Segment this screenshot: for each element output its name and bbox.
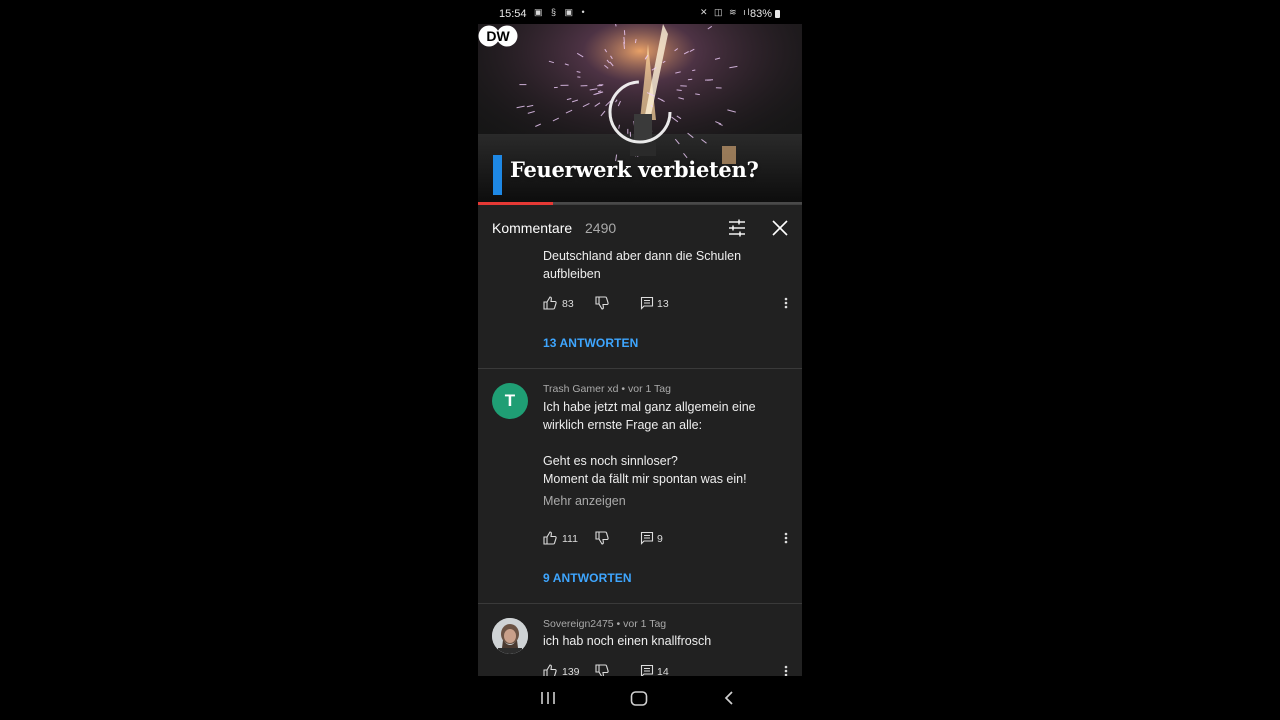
comment-author-time: Sovereign2475 • vor 1 Tag <box>543 618 667 630</box>
view-replies-button[interactable]: 9 ANTWORTEN <box>543 571 632 585</box>
svg-text:DW: DW <box>486 28 510 44</box>
more-options-icon[interactable] <box>783 664 789 676</box>
status-time: 15:54 <box>499 8 527 20</box>
like-icon[interactable] <box>543 664 557 676</box>
more-options-icon[interactable] <box>783 531 789 545</box>
dw-logo: DW <box>478 25 518 47</box>
reply-count: 13 <box>657 298 669 310</box>
like-count: 139 <box>562 666 580 676</box>
profile-photo <box>492 618 528 654</box>
video-title: Feuerwerk verbieten? <box>510 157 759 182</box>
dislike-icon[interactable] <box>595 664 609 676</box>
navigation-bar <box>478 676 802 720</box>
recents-icon[interactable] <box>540 691 556 705</box>
spark <box>676 89 682 91</box>
phone-screen: 15:54 ▣ § ▣ • ✕ ◫ ≋ ıl 83% DW Feuerwerk … <box>478 0 802 720</box>
dislike-icon[interactable] <box>595 296 609 310</box>
comment-text: Deutschland aber dann die Schulen aufble… <box>543 249 742 281</box>
video-player[interactable]: DW Feuerwerk verbieten? <box>478 24 802 204</box>
title-accent-bar <box>493 155 502 195</box>
battery-percentage: 83% <box>750 8 773 20</box>
show-more-link[interactable]: Mehr anzeigen <box>543 494 626 508</box>
comment-author-time: Trash Gamer xd • vor 1 Tag <box>543 383 671 395</box>
dislike-icon[interactable] <box>595 531 609 545</box>
comments-count: 2490 <box>585 220 617 236</box>
back-icon[interactable] <box>722 691 736 705</box>
view-replies-button[interactable]: 13 ANTWORTEN <box>543 336 638 350</box>
like-count: 111 <box>562 533 578 545</box>
avatar[interactable] <box>492 618 528 654</box>
like-icon[interactable] <box>543 531 557 545</box>
reply-count: 14 <box>657 666 669 676</box>
comment-actions: 111 9 <box>543 531 793 547</box>
reply-icon[interactable] <box>640 296 654 310</box>
comments-panel: Kommentare 2490 Deutschland aber dann di… <box>478 205 802 676</box>
divider <box>478 368 802 369</box>
spark <box>692 69 696 72</box>
filter-icon[interactable] <box>727 219 747 237</box>
avatar[interactable]: T <box>492 383 528 419</box>
spark <box>634 39 637 44</box>
comment-text: Ich habe jetzt mal ganz allgemein eine w… <box>543 400 756 486</box>
comment-actions: 139 14 <box>543 664 793 676</box>
system-icons: ✕ ◫ ≋ ıl <box>700 7 752 17</box>
like-icon[interactable] <box>543 296 557 310</box>
comment-actions: 83 13 <box>543 296 793 312</box>
battery-icon <box>775 10 780 18</box>
reply-icon[interactable] <box>640 664 654 676</box>
comments-header: Kommentare 2490 <box>478 205 802 251</box>
divider <box>478 603 802 604</box>
spark <box>623 36 625 44</box>
comments-title: Kommentare <box>492 220 573 236</box>
reply-count: 9 <box>657 533 663 545</box>
notification-icons: ▣ § ▣ • <box>534 7 588 17</box>
like-count: 83 <box>562 298 574 310</box>
reply-icon[interactable] <box>640 531 654 545</box>
status-bar: 15:54 ▣ § ▣ • ✕ ◫ ≋ ıl 83% <box>478 0 802 24</box>
spark <box>695 93 700 96</box>
home-icon[interactable] <box>630 691 648 706</box>
comment-text: ich hab noch einen knallfrosch <box>543 634 712 648</box>
more-options-icon[interactable] <box>783 296 789 310</box>
close-icon[interactable] <box>770 218 790 238</box>
